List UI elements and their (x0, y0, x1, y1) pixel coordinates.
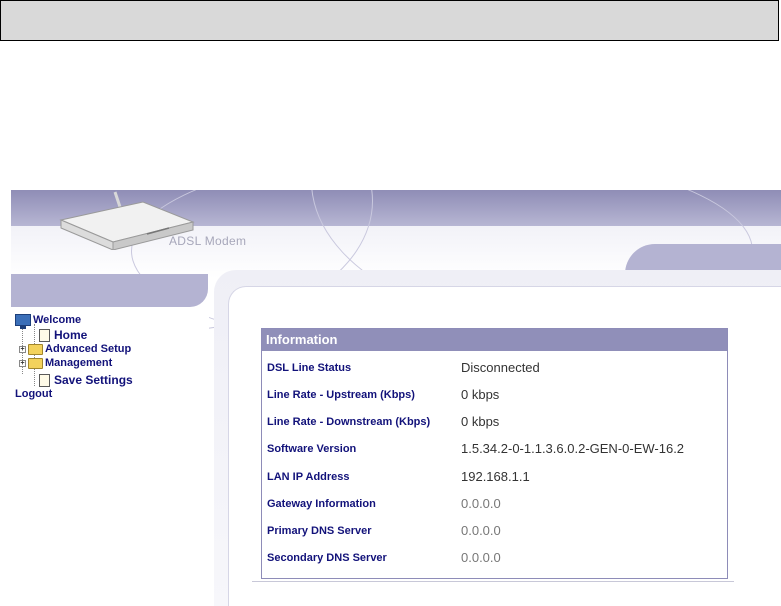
info-row-downstream-rate: Line Rate - Downstream (Kbps) 0 kbps (267, 412, 727, 432)
info-row-secondary-dns: Secondary DNS Server 0.0.0.0 (267, 548, 727, 568)
nav-item-management[interactable]: + Management (19, 357, 112, 369)
page-icon (39, 328, 50, 342)
nav-label-welcome: Welcome (33, 314, 82, 326)
plus-box-icon[interactable]: + (19, 345, 26, 353)
info-row-lan-ip: LAN IP Address 192.168.1.1 (267, 467, 727, 487)
nav-item-save-settings[interactable]: Save Settings (39, 373, 133, 387)
modem-title: ADSL Modem (169, 234, 247, 248)
info-label: Primary DNS Server (267, 525, 372, 537)
info-value: 1.5.34.2-0-1.1.3.6.0.2-GEN-0-EW-16.2 (461, 441, 685, 456)
info-row-dsl-line-status: DSL Line Status Disconnected (267, 358, 727, 378)
info-row-gateway: Gateway Information 0.0.0.0 (267, 494, 727, 514)
info-label: DSL Line Status (267, 362, 352, 374)
info-label: Line Rate - Upstream (Kbps) (267, 389, 415, 401)
plus-box-icon[interactable]: + (19, 359, 26, 367)
monitor-icon (15, 314, 31, 329)
info-value: 0.0.0.0 (461, 550, 501, 565)
info-label: Line Rate - Downstream (Kbps) (267, 416, 431, 428)
info-value: 192.168.1.1 (461, 469, 530, 484)
divider (252, 581, 734, 582)
info-value: 0 kbps (461, 387, 500, 402)
information-panel: Information DSL Line Status Disconnected… (261, 328, 728, 579)
folder-icon (28, 357, 43, 369)
tree-connector (34, 324, 35, 386)
information-title: Information (262, 329, 727, 351)
nav-item-logout[interactable]: Logout (15, 388, 52, 400)
nav-item-welcome[interactable]: Welcome (15, 314, 82, 329)
nav-label-logout: Logout (15, 388, 53, 400)
info-row-primary-dns: Primary DNS Server 0.0.0.0 (267, 521, 727, 541)
info-label: Secondary DNS Server (267, 552, 387, 564)
nav-label-advanced-setup: Advanced Setup (45, 343, 132, 355)
info-label: Gateway Information (267, 498, 376, 510)
nav-label-management: Management (45, 357, 113, 369)
info-value: 0.0.0.0 (461, 523, 501, 538)
info-row-upstream-rate: Line Rate - Upstream (Kbps) 0 kbps (267, 385, 727, 405)
page-icon (39, 373, 50, 387)
info-label: Software Version (267, 443, 357, 455)
info-value: Disconnected (461, 360, 540, 375)
nav-item-home[interactable]: Home (39, 328, 87, 342)
info-label: LAN IP Address (267, 471, 350, 483)
sidebar-header (11, 274, 208, 307)
top-toolbar (0, 0, 779, 41)
router-admin-page: ADSL Modem Welcome Home + Advanced Setup… (11, 190, 781, 606)
nav-item-advanced-setup[interactable]: + Advanced Setup (19, 343, 131, 355)
info-value: 0 kbps (461, 414, 500, 429)
info-value: 0.0.0.0 (461, 496, 501, 511)
nav-label-save-settings: Save Settings (54, 373, 133, 387)
info-row-software-version: Software Version 1.5.34.2-0-1.1.3.6.0.2-… (267, 439, 727, 459)
nav-label-home: Home (54, 328, 88, 342)
folder-icon (28, 343, 43, 355)
